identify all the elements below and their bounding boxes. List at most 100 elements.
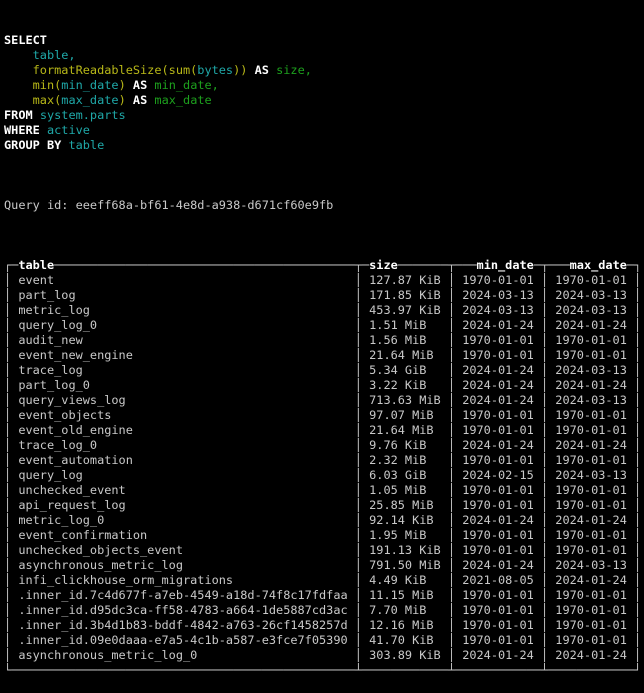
- table-row: │ .inner_id.09e0daaa-e7a5-4c1b-a587-e3fc…: [4, 633, 644, 648]
- table-cell-size: 11.15 MiB: [369, 588, 441, 602]
- table-cell-table: event_old_engine: [18, 423, 347, 437]
- table-row: │ .inner_id.7c4d677f-a7eb-4549-a18d-74f8…: [4, 588, 644, 603]
- table-cell-table: part_log_0: [18, 378, 347, 392]
- table-row: │ .inner_id.3b4d1b83-bddf-4842-a763-26cf…: [4, 618, 644, 633]
- table-cell-table: event: [18, 273, 347, 287]
- table-cell-table: metric_log: [18, 303, 347, 317]
- query-line: formatReadableSize(sum(bytes)) AS size,: [4, 63, 644, 78]
- table-cell-size: 6.03 GiB: [369, 468, 441, 482]
- column-header-size: size: [369, 258, 398, 272]
- table-cell-table: query_log: [18, 468, 347, 482]
- table-cell-table: trace_log_0: [18, 438, 347, 452]
- table-cell-table: .inner_id.d95dc3ca-ff58-4783-a664-1de588…: [18, 603, 347, 617]
- table-row: │ audit_new │ 1.56 MiB │ 1970-01-01 │ 19…: [4, 333, 644, 348]
- table-cell-max_date: 1970-01-01: [555, 603, 627, 617]
- table-cell-size: 12.16 MiB: [369, 618, 441, 632]
- table-cell-max_date: 2024-01-24: [555, 378, 627, 392]
- table-cell-size: 303.89 KiB: [369, 648, 441, 662]
- table-cell-size: 713.63 MiB: [369, 393, 441, 407]
- table-cell-table: unchecked_objects_event: [18, 543, 347, 557]
- table-cell-max_date: 1970-01-01: [555, 618, 627, 632]
- table-cell-max_date: 2024-01-24: [555, 513, 627, 527]
- table-cell-min_date: 2024-03-13: [462, 288, 534, 302]
- table-cell-table: query_log_0: [18, 318, 347, 332]
- table-cell-table: part_log: [18, 288, 347, 302]
- table-row: │ asynchronous_metric_log │ 791.50 MiB │…: [4, 558, 644, 573]
- table-cell-max_date: 1970-01-01: [555, 423, 627, 437]
- table-cell-max_date: 2024-03-13: [555, 468, 627, 482]
- query-line: max(max_date) AS max_date: [4, 93, 644, 108]
- table-row: │ event_objects │ 97.07 MiB │ 1970-01-01…: [4, 408, 644, 423]
- table-cell-min_date: 1970-01-01: [462, 528, 534, 542]
- table-cell-table: .inner_id.7c4d677f-a7eb-4549-a18d-74f8c1…: [18, 588, 347, 602]
- terminal[interactable]: SELECT table, formatReadableSize(sum(byt…: [0, 0, 644, 693]
- table-row: │ metric_log │ 453.97 KiB │ 2024-03-13 │…: [4, 303, 644, 318]
- table-cell-table: event_new_engine: [18, 348, 347, 362]
- table-row: │ unchecked_objects_event │ 191.13 KiB │…: [4, 543, 644, 558]
- table-cell-table: metric_log_0: [18, 513, 347, 527]
- table-cell-table: asynchronous_metric_log: [18, 558, 347, 572]
- table-cell-max_date: 2024-01-24: [555, 438, 627, 452]
- table-row: │ part_log_0 │ 3.22 KiB │ 2024-01-24 │ 2…: [4, 378, 644, 393]
- table-cell-max_date: 1970-01-01: [555, 633, 627, 647]
- query-id-line: Query id: eeeff68a-bf61-4e8d-a938-d671cf…: [4, 198, 644, 213]
- table-cell-size: 171.85 KiB: [369, 288, 441, 302]
- table-row: │ event_old_engine │ 21.64 MiB │ 1970-01…: [4, 423, 644, 438]
- table-row: │ event │ 127.87 KiB │ 1970-01-01 │ 1970…: [4, 273, 644, 288]
- table-cell-min_date: 2024-02-15: [462, 468, 534, 482]
- table-cell-min_date: 1970-01-01: [462, 273, 534, 287]
- table-cell-size: 9.76 KiB: [369, 438, 441, 452]
- table-cell-size: 453.97 KiB: [369, 303, 441, 317]
- table-row: │ trace_log │ 5.34 GiB │ 2024-01-24 │ 20…: [4, 363, 644, 378]
- table-cell-max_date: 2024-03-13: [555, 303, 627, 317]
- table-cell-min_date: 2024-01-24: [462, 363, 534, 377]
- table-cell-max_date: 1970-01-01: [555, 333, 627, 347]
- table-cell-min_date: 1970-01-01: [462, 603, 534, 617]
- table-cell-size: 41.70 KiB: [369, 633, 441, 647]
- column-header-table: table: [18, 258, 54, 272]
- table-cell-min_date: 1970-01-01: [462, 483, 534, 497]
- table-cell-size: 7.70 MiB: [369, 603, 441, 617]
- table-cell-min_date: 1970-01-01: [462, 348, 534, 362]
- query-line: table,: [4, 48, 644, 63]
- table-cell-min_date: 2024-01-24: [462, 558, 534, 572]
- table-row: │ event_automation │ 2.32 MiB │ 1970-01-…: [4, 453, 644, 468]
- sql-query: SELECT table, formatReadableSize(sum(byt…: [4, 33, 644, 153]
- table-cell-min_date: 2024-01-24: [462, 378, 534, 392]
- table-row: │ api_request_log │ 25.85 MiB │ 1970-01-…: [4, 498, 644, 513]
- table-cell-table: event_automation: [18, 453, 347, 467]
- table-cell-max_date: 1970-01-01: [555, 273, 627, 287]
- table-cell-min_date: 2024-01-24: [462, 513, 534, 527]
- table-cell-size: 3.22 KiB: [369, 378, 441, 392]
- table-cell-table: query_views_log: [18, 393, 347, 407]
- table-cell-max_date: 2024-03-13: [555, 363, 627, 377]
- table-cell-max_date: 2024-01-24: [555, 648, 627, 662]
- table-row: │ asynchronous_metric_log_0 │ 303.89 KiB…: [4, 648, 644, 663]
- table-cell-min_date: 1970-01-01: [462, 423, 534, 437]
- query-line: SELECT: [4, 33, 644, 48]
- table-cell-min_date: 1970-01-01: [462, 633, 534, 647]
- table-cell-max_date: 1970-01-01: [555, 453, 627, 467]
- table-cell-size: 2.32 MiB: [369, 453, 441, 467]
- table-cell-min_date: 1970-01-01: [462, 408, 534, 422]
- table-cell-size: 21.64 MiB: [369, 423, 441, 437]
- table-cell-min_date: 1970-01-01: [462, 618, 534, 632]
- table-cell-max_date: 1970-01-01: [555, 528, 627, 542]
- table-cell-table: audit_new: [18, 333, 347, 347]
- query-line: FROM system.parts: [4, 108, 644, 123]
- table-row: │ query_log_0 │ 1.51 MiB │ 2024-01-24 │ …: [4, 318, 644, 333]
- table-cell-size: 191.13 KiB: [369, 543, 441, 557]
- table-cell-min_date: 2024-03-13: [462, 303, 534, 317]
- table-header-row: ┌─table─────────────────────────────────…: [4, 258, 644, 273]
- table-cell-table: event_confirmation: [18, 528, 347, 542]
- table-cell-max_date: 2024-01-24: [555, 318, 627, 332]
- table-cell-min_date: 1970-01-01: [462, 588, 534, 602]
- table-cell-max_date: 1970-01-01: [555, 543, 627, 557]
- table-cell-max_date: 1970-01-01: [555, 498, 627, 512]
- table-cell-size: 21.64 MiB: [369, 348, 441, 362]
- table-cell-size: 92.14 KiB: [369, 513, 441, 527]
- query-line: GROUP BY table: [4, 138, 644, 153]
- table-cell-size: 5.34 GiB: [369, 363, 441, 377]
- table-cell-size: 4.49 KiB: [369, 573, 441, 587]
- table-cell-table: trace_log: [18, 363, 347, 377]
